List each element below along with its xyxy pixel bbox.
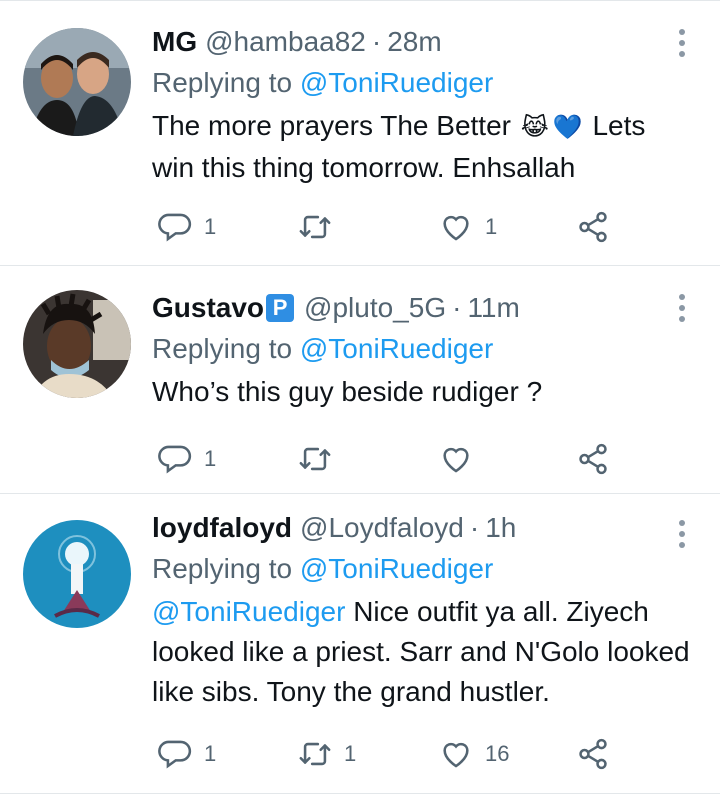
more-options-icon[interactable] (678, 294, 686, 322)
replying-to-mention[interactable]: @ToniRuediger (300, 333, 493, 364)
text-mention-link[interactable]: @ToniRuediger (152, 596, 345, 627)
avatar[interactable] (23, 290, 131, 398)
share-icon (579, 443, 607, 475)
face-with-tears-of-joy-icon: 😹 (520, 114, 549, 141)
reply-icon (158, 445, 192, 474)
replying-to-label: Replying to (152, 67, 293, 98)
display-name[interactable]: MG (152, 26, 197, 58)
display-name[interactable]: Gustavo (152, 292, 264, 324)
retweet-button[interactable] (298, 207, 344, 247)
timestamp[interactable]: 11m (467, 292, 519, 324)
tweet-actions: 1 1 (152, 207, 620, 247)
retweet-icon (299, 447, 331, 471)
user-handle[interactable]: @Loydfaloyd (300, 512, 464, 544)
avatar-photo-icon (23, 290, 131, 398)
tweet-text: @ToniRuediger Nice outfit ya all. Ziyech… (152, 592, 690, 712)
user-handle[interactable]: @hambaa82 (205, 26, 366, 58)
heart-icon (443, 215, 469, 241)
like-count: 16 (485, 741, 510, 766)
retweet-icon (299, 215, 331, 239)
tweet-text: The more prayers The Better 😹 💙 Lets win … (152, 106, 690, 188)
share-icon (579, 211, 607, 243)
timestamp[interactable]: 1h (485, 512, 516, 544)
retweet-count: 1 (344, 741, 357, 766)
replying-to-label: Replying to (152, 553, 293, 584)
reply-button[interactable]: 1 (158, 734, 216, 774)
timestamp[interactable]: 28m (387, 26, 441, 58)
avatar-photo-icon (23, 28, 131, 136)
share-button[interactable] (576, 207, 610, 247)
blue-heart-icon: 💙 (552, 114, 583, 141)
more-options-icon[interactable] (678, 520, 686, 548)
like-button[interactable]: 16 (439, 734, 509, 774)
heart-icon (443, 447, 469, 473)
like-button[interactable] (439, 439, 485, 479)
like-button[interactable]: 1 (439, 207, 497, 247)
retweet-button[interactable]: 1 (298, 734, 356, 774)
reply-count: 1 (204, 446, 217, 471)
separator-dot: · (452, 292, 462, 323)
tweet-text-part: The more prayers The Better (152, 110, 511, 141)
separator-dot: · (469, 512, 480, 543)
share-button[interactable] (576, 439, 610, 479)
more-options-icon[interactable] (678, 29, 686, 57)
reply-count: 1 (204, 214, 217, 239)
tweet-actions: 1 1 16 (152, 734, 620, 774)
retweet-button[interactable] (298, 439, 344, 479)
heart-icon (443, 742, 469, 768)
tweet-actions: 1 (152, 439, 620, 479)
replying-to-line: Replying to @ToniRuediger (152, 548, 690, 590)
tweet-card[interactable]: MG @hambaa82 · 28m Replying to @ToniRued… (0, 0, 720, 266)
reply-icon (158, 213, 192, 242)
share-button[interactable] (576, 734, 610, 774)
display-name[interactable]: loydfaloyd (152, 512, 292, 544)
replying-to-mention[interactable]: @ToniRuediger (300, 67, 493, 98)
replying-to-line: Replying to @ToniRuediger (152, 62, 690, 104)
reply-count: 1 (204, 741, 217, 766)
lightbulb-art-avatar-icon (23, 520, 131, 628)
tweet-card[interactable]: Gustavo P @pluto_5G · 11m Replying to @T… (0, 266, 720, 494)
user-handle[interactable]: @pluto_5G (304, 292, 446, 324)
reply-icon (158, 740, 192, 769)
avatar[interactable] (23, 520, 131, 628)
replying-to-line: Replying to @ToniRuediger (152, 328, 690, 370)
separator-dot: · (371, 26, 382, 57)
reply-button[interactable]: 1 (158, 207, 216, 247)
like-count: 1 (485, 214, 498, 239)
share-icon (579, 738, 607, 770)
retweet-icon (299, 742, 331, 766)
reply-button[interactable]: 1 (158, 439, 216, 479)
replying-to-mention[interactable]: @ToniRuediger (300, 553, 493, 584)
replying-to-label: Replying to (152, 333, 293, 364)
replies-feed: MG @hambaa82 · 28m Replying to @ToniRued… (0, 0, 720, 794)
avatar[interactable] (23, 28, 131, 136)
parking-emoji-icon: P (266, 294, 295, 322)
tweet-card[interactable]: loydfaloyd @Loydfaloyd · 1h Replying to … (0, 494, 720, 794)
tweet-text: Who’s this guy beside rudiger ? (152, 376, 543, 407)
